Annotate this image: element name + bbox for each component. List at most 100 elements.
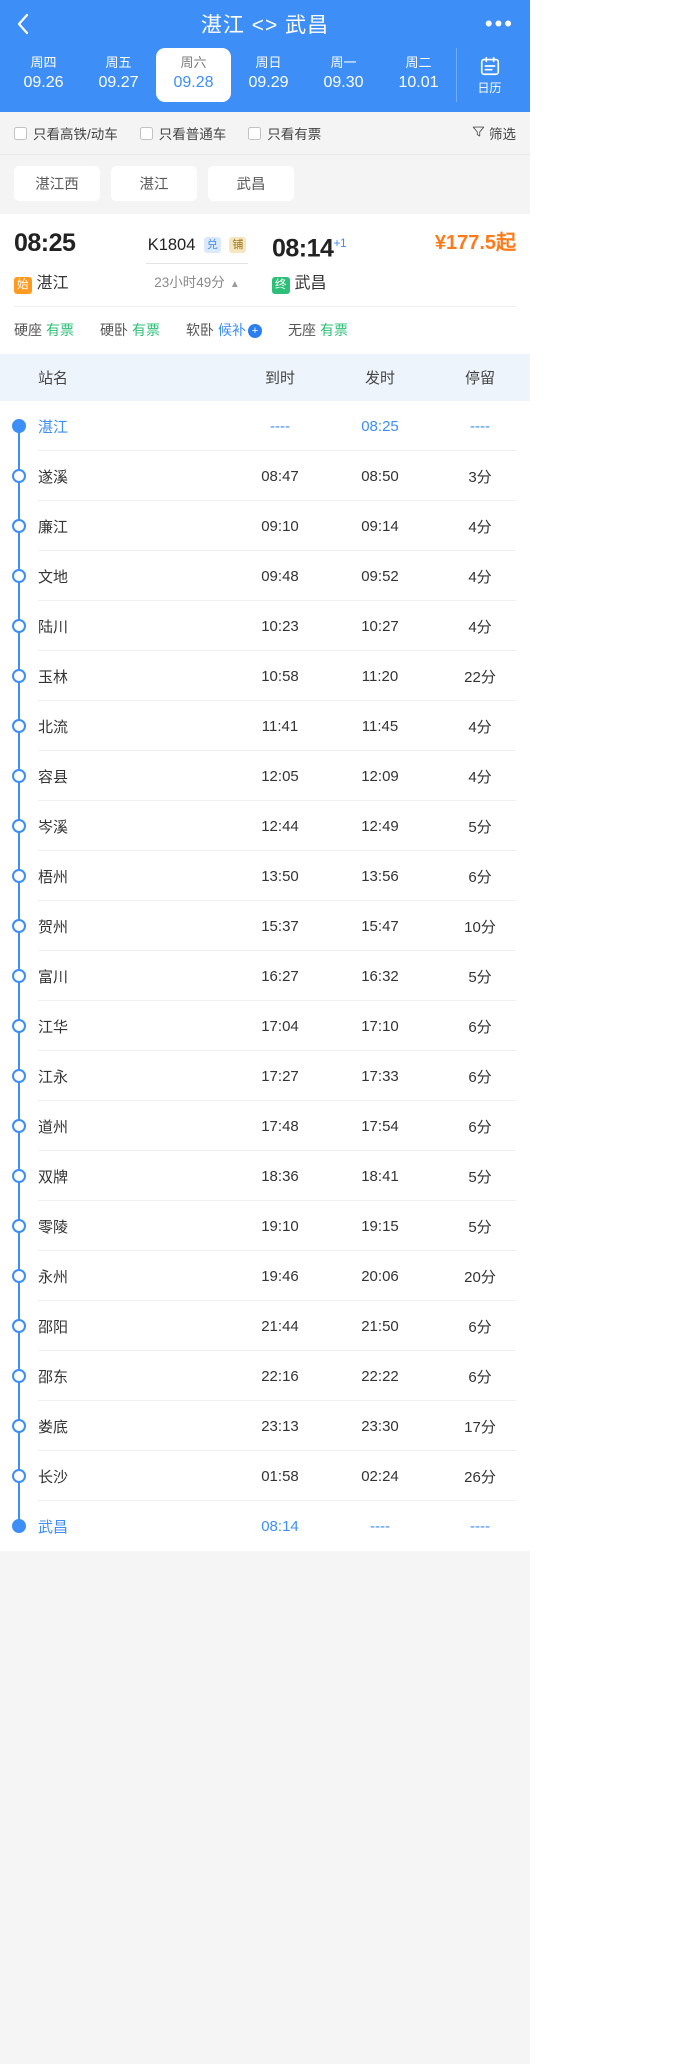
cell-depart: 16:32 [361,967,399,985]
checkbox-available[interactable] [248,126,262,140]
arrive-day-offset: +1 [333,236,347,250]
train-number-block: K1804 兑 铺 [122,228,272,260]
date-weekday: 周五 [105,55,132,70]
train-number: K1804 [147,236,196,254]
date-tab-5[interactable]: 周二 10.01 [381,48,456,102]
cell-stop: 5分 [468,1168,492,1186]
date-weekday: 周六 [180,55,207,70]
table-row: 江永 17:27 17:33 6分 [0,1051,530,1102]
depart-station-block: 始湛江 [14,269,122,295]
cell-stop: 17分 [464,1418,496,1436]
cell-stop: 6分 [468,1318,492,1336]
cell-station: 娄底 [0,1416,230,1437]
seat-hardsleeper[interactable]: 硬卧 有票 [100,320,160,340]
cell-stop: 4分 [468,768,492,786]
table-row: 廉江 09:10 09:14 4分 [0,501,530,552]
calendar-button[interactable]: 日历 [456,48,522,102]
date-tab-4[interactable]: 周一 09.30 [306,48,381,102]
station-name: 长沙 [38,1468,69,1486]
filter-option-available[interactable]: 只看有票 [248,123,321,143]
cell-stop: 5分 [468,818,492,836]
arrive-time: 08:14 [272,234,334,263]
filter-option-normal[interactable]: 只看普通车 [139,123,226,143]
checkbox-normal[interactable] [139,126,153,140]
price-suffix: 起 [496,232,516,254]
seat-softsleeper[interactable]: 软卧 候补 + [186,320,262,340]
duration-block[interactable]: 23小时49分 ▲ [122,263,272,292]
cell-station: 岑溪 [0,816,230,837]
seat-hardseat[interactable]: 硬座 有票 [14,320,74,340]
cell-stop: 26分 [464,1468,496,1486]
seat-standing[interactable]: 无座 有票 [288,320,348,340]
table-row: 长沙 01:58 02:24 26分 [0,1451,530,1502]
station-dot [12,569,26,584]
cell-arrive: 16:27 [261,967,299,985]
station-dot [12,1519,26,1534]
table-row: 双牌 18:36 18:41 5分 [0,1151,530,1202]
station-dot [12,1119,26,1134]
station-dot [12,619,26,634]
plus-icon[interactable]: + [248,324,262,339]
table-row: 贺州 15:37 15:47 10分 [0,901,530,952]
seat-status-hardseat: 有票 [46,322,74,339]
date-tab-0[interactable]: 周四 09.26 [6,48,81,102]
station-name: 江华 [38,1018,69,1036]
station-dot [12,969,26,984]
station-name: 道州 [38,1118,69,1136]
station-tab-zhanjiang[interactable]: 湛江 [111,166,197,201]
station-name: 江永 [38,1068,69,1086]
cell-arrive: 17:04 [261,1017,299,1035]
cell-arrive: 17:48 [261,1117,299,1135]
cell-depart: 13:56 [361,867,399,885]
filter-label-highspeed: 只看高铁/动车 [33,127,118,142]
table-row: 遂溪 08:47 08:50 3分 [0,451,530,502]
station-tab-wuchang[interactable]: 武昌 [208,166,294,201]
checkbox-highspeed[interactable] [14,126,27,140]
date-list: 周四 09.26 周五 09.27 周六 09.28 周日 09.29 周一 0… [6,48,456,102]
date-tab-1[interactable]: 周五 09.27 [81,48,156,102]
cell-depart: 11:20 [361,667,399,685]
cell-stop: 6分 [468,1068,492,1086]
caret-up-icon[interactable]: ▲ [230,279,240,290]
train-summary-row: 08:25 K1804 兑 铺 08:14+1 ¥177.5起 [14,228,516,263]
cell-stop: 20分 [464,1268,496,1286]
date-value: 10.01 [398,74,439,91]
cell-arrive: 23:13 [261,1417,299,1435]
cell-stop: 4分 [468,568,492,586]
station-dot [12,869,26,884]
station-dot [12,1019,26,1034]
station-name: 陆川 [38,618,69,636]
date-tab-3[interactable]: 周日 09.29 [231,48,306,102]
cell-arrive: 12:44 [261,817,299,835]
cell-depart: 09:14 [361,517,399,535]
table-header: 站名 到时 发时 停留 [0,354,530,402]
train-card[interactable]: 08:25 K1804 兑 铺 08:14+1 ¥177.5起 始湛江 23小时… [0,214,530,355]
cell-arrive: 01:58 [261,1467,299,1485]
cell-depart: 12:09 [361,767,399,785]
cell-arrive: 12:05 [261,767,299,785]
filter-option-highspeed[interactable]: 只看高铁/动车 [14,123,118,143]
price-value: ¥177.5 [434,232,496,254]
date-value: 09.27 [98,74,139,91]
back-button[interactable] [0,0,46,48]
cell-depart: 23:30 [361,1417,399,1435]
more-options-button[interactable]: ••• [485,13,514,35]
column-header-station: 站名 [38,370,69,388]
cell-arrive: 22:16 [261,1367,299,1385]
station-tab-zhanjiangxi[interactable]: 湛江西 [14,166,100,201]
station-name: 零陵 [38,1218,69,1236]
schedule-table: 站名 到时 发时 停留 湛江 ---- 08:25 ---- 遂溪 08:47 08:50 3… [0,354,530,1552]
cell-stop: 22分 [464,668,496,686]
cell-depart: 09:52 [361,567,399,585]
table-body: 湛江 ---- 08:25 ---- 遂溪 08:47 08:50 3分 廉江 09:10 09:1… [0,401,530,1551]
cell-arrive: 11:41 [261,717,299,735]
tag-exchange: 兑 [203,237,221,253]
table-row: 江华 17:04 17:10 6分 [0,1001,530,1052]
station-dot [12,769,26,784]
date-tab-2-selected[interactable]: 周六 09.28 [156,48,231,102]
date-selector: 周四 09.26 周五 09.27 周六 09.28 周日 09.29 周一 0… [0,48,530,102]
table-row: 岑溪 12:44 12:49 5分 [0,801,530,852]
cell-stop: 10分 [464,918,496,936]
station-name: 邵东 [38,1368,69,1386]
filter-button[interactable]: 筛选 [472,123,516,143]
